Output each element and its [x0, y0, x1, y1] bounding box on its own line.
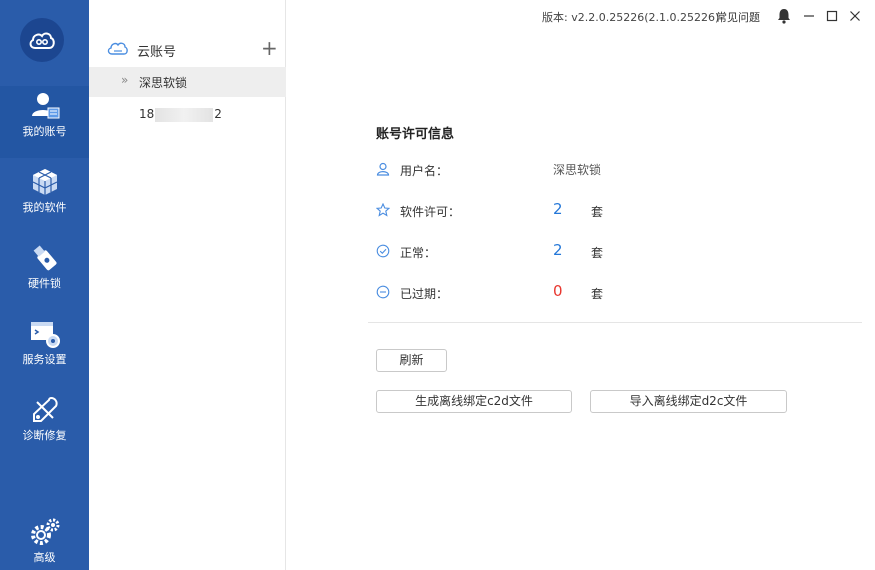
account-item-label: 深思软锁 [139, 76, 188, 90]
main-content: 账号许可信息 用户名： 深思软锁 软件许可： 2 套 正常： 2 套 已过期： … [286, 32, 875, 570]
expired-license-row: 已过期： 0 套 [376, 282, 796, 304]
cloud-icon [107, 42, 128, 55]
account-phone-number: 18 2 [139, 107, 222, 122]
unit-label: 套 [591, 287, 604, 301]
minimize-icon[interactable] [800, 7, 818, 25]
expired-label: 已过期： [400, 287, 449, 301]
generate-c2d-button[interactable]: 生成离线绑定c2d文件 [376, 390, 572, 413]
version-text: 版本: v2.2.0.25226(2.1.0.25226) [542, 11, 720, 24]
usb-dongle-icon [33, 245, 56, 271]
check-circle-icon [376, 244, 390, 258]
software-license-count[interactable]: 2 [553, 200, 563, 218]
normal-label: 正常： [400, 246, 437, 260]
nav-label: 服务设置 [22, 353, 67, 366]
diagnose-repair-icon [32, 396, 58, 422]
service-settings-icon [30, 322, 60, 348]
refresh-button[interactable]: 刷新 [376, 349, 447, 372]
import-d2c-button[interactable]: 导入离线绑定d2c文件 [590, 390, 787, 413]
software-cube-icon [32, 169, 57, 195]
normal-count[interactable]: 2 [553, 241, 563, 259]
user-icon [376, 162, 390, 176]
account-panel-header: 云账号 + [89, 36, 286, 64]
software-license-row: 软件许可： 2 套 [376, 200, 796, 222]
account-phone-suffix: 2 [214, 107, 222, 121]
nav-item-hardware-lock[interactable]: 硬件锁 [0, 238, 89, 310]
nav-item-diagnose-repair[interactable]: 诊断修复 [0, 390, 89, 462]
user-account-icon [31, 93, 59, 119]
account-panel: 云账号 + » 深思软锁 18 2 [89, 0, 286, 570]
nav-item-my-account[interactable]: 我的账号 [0, 86, 89, 158]
gears-icon [30, 518, 59, 545]
nav-label: 高级 [33, 551, 56, 564]
nav-label: 我的账号 [22, 125, 67, 138]
left-nav: 我的账号 我的软件 硬件锁 服务设置 诊断修复 高级 [0, 0, 89, 570]
account-item-selected[interactable]: » 深思软锁 [89, 67, 286, 97]
minus-circle-icon [376, 285, 390, 299]
cloud-logo [20, 18, 64, 62]
nav-label: 诊断修复 [22, 429, 67, 442]
account-panel-title: 云账号 [137, 45, 177, 60]
star-icon [376, 203, 390, 217]
license-info-title: 账号许可信息 [376, 127, 455, 142]
section-divider [368, 322, 862, 323]
chevron-right-icon: » [121, 73, 129, 87]
nav-label: 硬件锁 [28, 277, 61, 290]
unit-label: 套 [591, 246, 604, 260]
nav-label: 我的软件 [22, 201, 67, 214]
add-account-button[interactable]: + [261, 36, 278, 60]
unit-label: 套 [591, 205, 604, 219]
maximize-icon[interactable] [823, 7, 841, 25]
redacted-block [155, 107, 214, 122]
expired-count[interactable]: 0 [553, 282, 563, 300]
nav-item-my-software[interactable]: 我的软件 [0, 162, 89, 234]
nav-item-service-settings[interactable]: 服务设置 [0, 314, 89, 386]
cloud-logo-icon [29, 32, 55, 49]
title-bar: 版本: v2.2.0.25226(2.1.0.25226) 常见问题 [286, 0, 875, 32]
normal-license-row: 正常： 2 套 [376, 241, 796, 263]
faq-link[interactable]: 常见问题 [716, 9, 760, 25]
close-icon[interactable] [846, 7, 864, 25]
username-label: 用户名： [400, 164, 449, 178]
username-value: 深思软锁 [553, 163, 602, 177]
account-phone-prefix: 18 [139, 107, 155, 121]
account-item[interactable]: 18 2 [89, 100, 286, 130]
software-license-label: 软件许可： [400, 205, 461, 219]
username-row: 用户名： 深思软锁 [376, 159, 796, 181]
bell-icon[interactable] [775, 7, 793, 25]
nav-item-advanced[interactable]: 高级 [0, 512, 89, 570]
